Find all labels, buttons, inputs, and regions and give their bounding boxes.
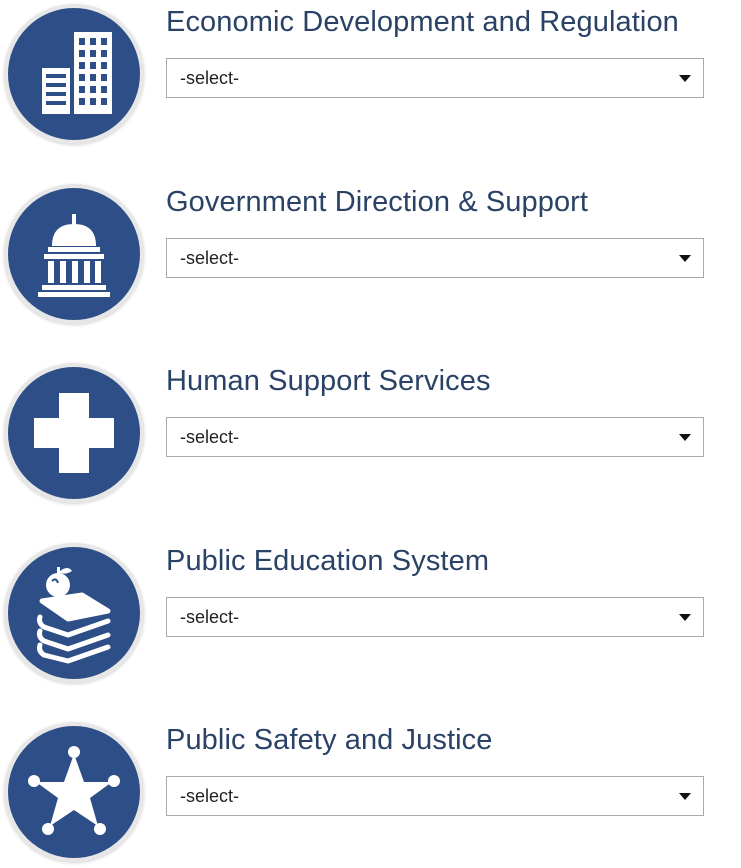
capitol-building-icon xyxy=(4,184,144,324)
select-value: -select- xyxy=(180,68,240,88)
human-support-select[interactable]: -select- xyxy=(166,417,704,457)
category-human-support: Human Support Services -select- xyxy=(0,359,741,509)
buildings-icon xyxy=(4,4,144,144)
public-safety-select[interactable]: -select- xyxy=(166,776,704,816)
category-economic-development: Economic Development and Regulation -sel… xyxy=(0,0,741,150)
chevron-down-icon xyxy=(679,434,691,441)
category-government-direction: Government Direction & Support -select- xyxy=(0,180,741,330)
chevron-down-icon xyxy=(679,793,691,800)
select-value: -select- xyxy=(180,786,240,806)
chevron-down-icon xyxy=(679,75,691,82)
category-public-education: Public Education System -select- xyxy=(0,539,741,689)
sheriff-badge-icon xyxy=(4,722,144,862)
chevron-down-icon xyxy=(679,255,691,262)
category-title: Economic Development and Regulation xyxy=(166,6,679,38)
books-apple-icon xyxy=(4,543,144,683)
economic-development-select[interactable]: -select- xyxy=(166,58,704,98)
category-title: Government Direction & Support xyxy=(166,186,589,218)
public-education-select[interactable]: -select- xyxy=(166,597,704,637)
select-value: -select- xyxy=(180,248,240,268)
category-title: Public Safety and Justice xyxy=(166,724,493,756)
chevron-down-icon xyxy=(679,614,691,621)
select-value: -select- xyxy=(180,607,240,627)
select-value: -select- xyxy=(180,427,240,447)
category-title: Public Education System xyxy=(166,545,490,577)
category-public-safety: Public Safety and Justice -select- xyxy=(0,718,741,868)
medical-cross-icon xyxy=(4,363,144,503)
category-title: Human Support Services xyxy=(166,365,491,397)
government-direction-select[interactable]: -select- xyxy=(166,238,704,278)
